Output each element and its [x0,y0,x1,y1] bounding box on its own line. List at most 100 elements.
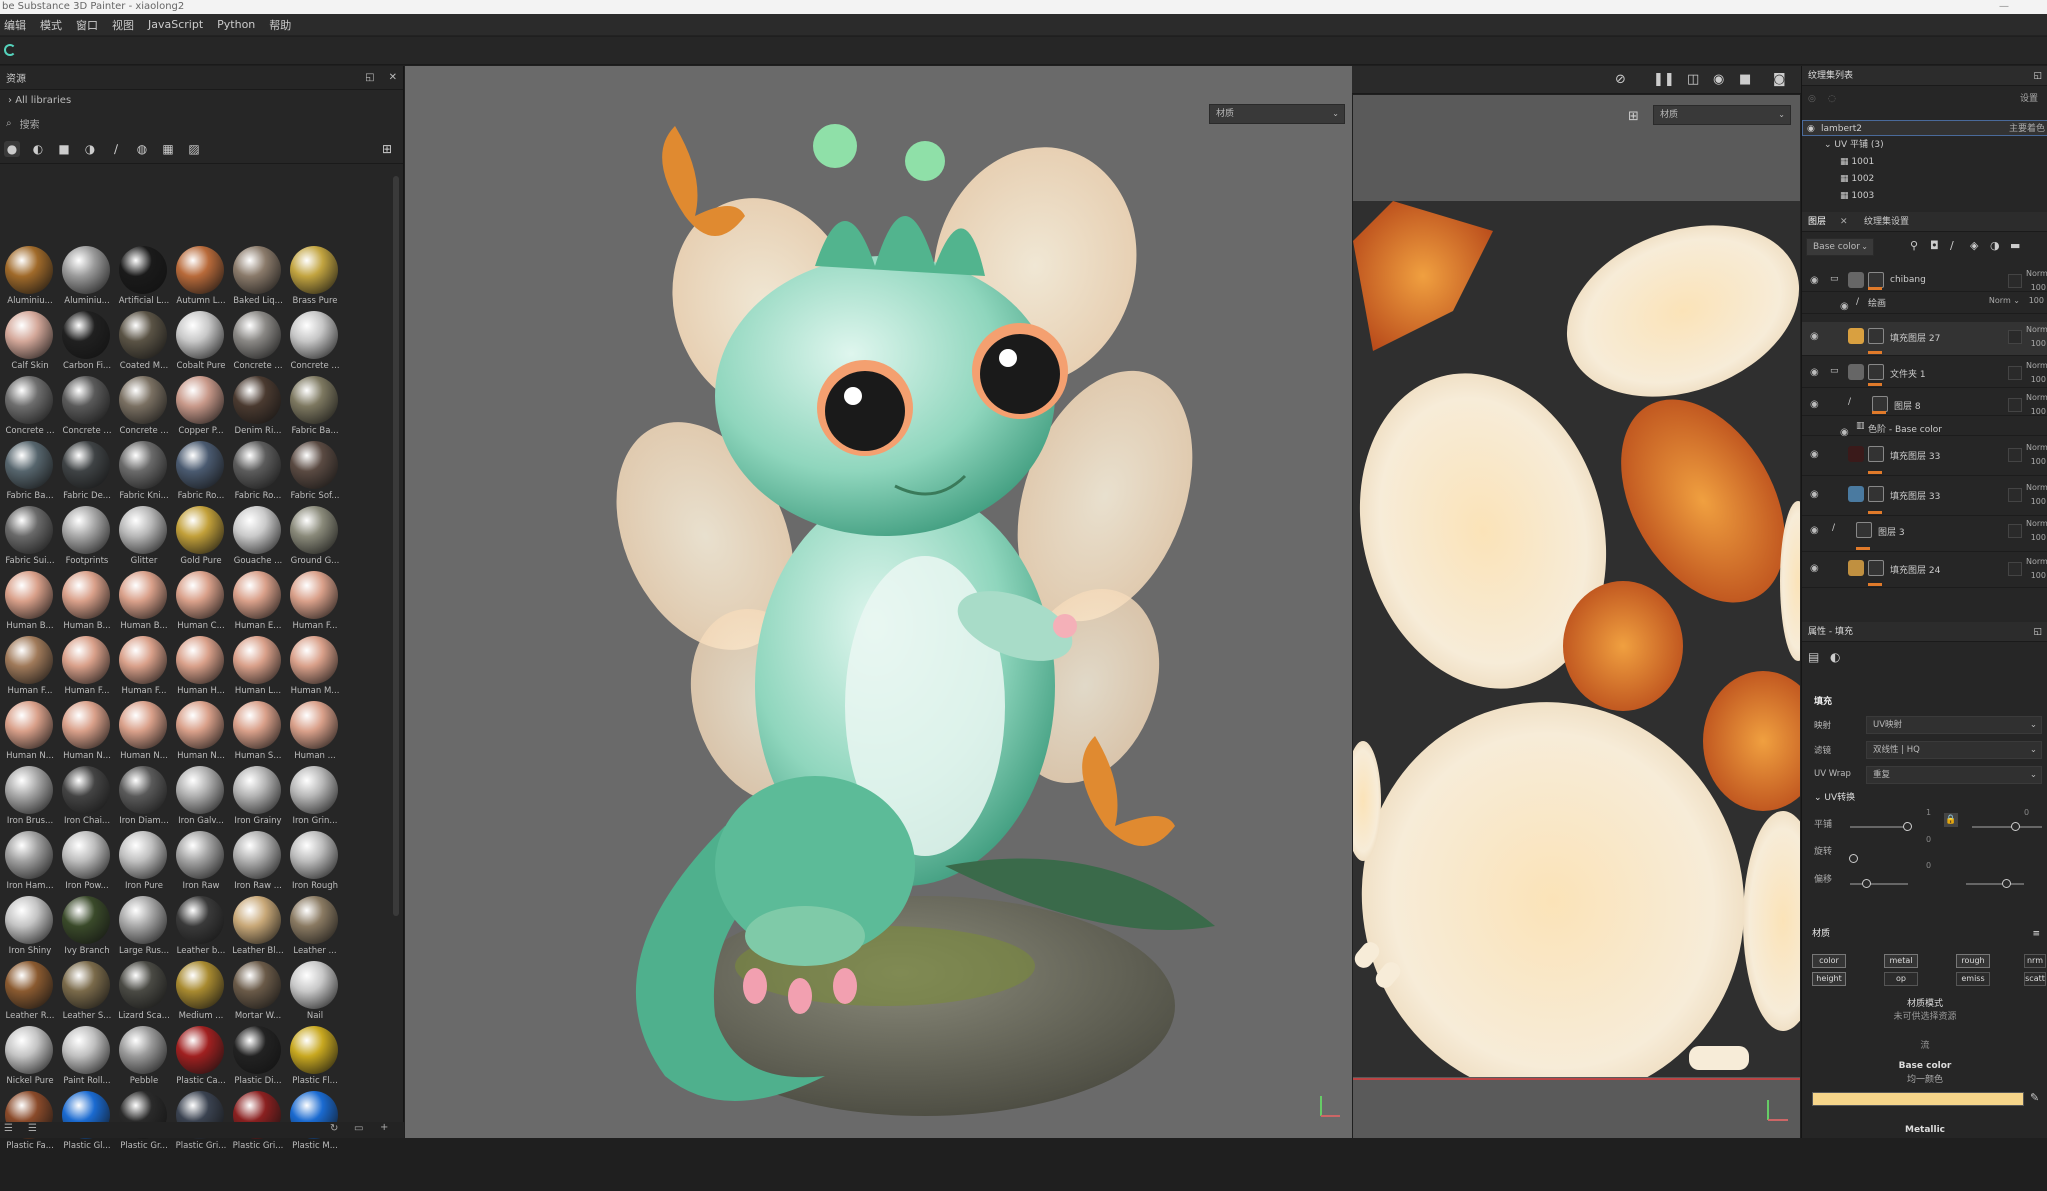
layer-checkbox[interactable] [2008,274,2022,288]
close-icon[interactable]: ✕ [1840,212,1848,232]
material-tile[interactable]: Iron Raw [173,831,229,896]
material-tile[interactable]: Medium ... [173,961,229,1026]
layer-item[interactable]: ◉ 填充图层 33 Norm 100 [1802,440,2047,476]
eye-icon[interactable]: ◉ [1810,563,1819,574]
material-tile[interactable]: Human C... [173,571,229,636]
material-tile[interactable]: Iron Grainy [230,766,286,831]
offset-slider[interactable] [1850,883,1908,885]
material-tile[interactable]: Lizard Sca... [116,961,172,1026]
search-input[interactable]: 搜索 [20,116,40,131]
minimize-icon[interactable]: — [1999,0,2009,14]
material-tile[interactable]: Human N... [173,701,229,766]
layer-checkbox[interactable] [2008,524,2022,538]
screenshot-icon[interactable]: ◙ [1773,72,1786,87]
menu-mode[interactable]: 模式 [40,17,62,33]
material-tile[interactable]: Fabric Ro... [173,441,229,506]
material-tile[interactable]: Human H... [173,636,229,701]
uvwrap-select[interactable]: 重复 ⌄ [1866,766,2042,784]
menu-help[interactable]: 帮助 [269,17,291,33]
material-tile[interactable]: Human L... [230,636,286,701]
material-tile[interactable]: Human B... [116,571,172,636]
material-tile[interactable]: Leather Bl... [230,896,286,961]
material-tile[interactable]: Iron Raw ... [230,831,286,896]
channel-select[interactable]: Base color ⌄ [1806,238,1874,256]
offset-slider-secondary[interactable] [1966,883,2024,885]
material-tile[interactable]: Baked Liq... [230,246,286,311]
channel-button-scatt[interactable]: scatt [2024,972,2046,986]
layer-item[interactable]: ◉ ▥ 色阶 - Base color [1802,418,2047,438]
material-tile[interactable]: Human E... [230,571,286,636]
material-tile[interactable]: Mortar W... [230,961,286,1026]
material-tile[interactable]: Leather R... [2,961,58,1026]
environments-filter-icon[interactable]: ▨ [186,141,202,157]
material-tile[interactable]: Copper P... [173,376,229,441]
eye-icon[interactable]: ◉ [1810,331,1819,342]
material-tile[interactable]: Iron Galv... [173,766,229,831]
menu-javascript[interactable]: JavaScript [148,18,203,31]
textures-filter-icon[interactable]: ▦ [160,141,176,157]
material-tile[interactable]: Iron Chai... [59,766,115,831]
texture-set-item[interactable]: ◉ lambert2 主要着色 [1802,120,2047,136]
material-tile[interactable]: Calf Skin [2,311,58,376]
pause-icon[interactable]: ❚❚ [1653,72,1675,87]
offset-slider-knob[interactable] [1862,879,1871,888]
material-tile[interactable]: Gold Pure [173,506,229,571]
material-tile[interactable]: Human B... [59,571,115,636]
material-tile[interactable]: Fabric Ba... [287,376,343,441]
hide-icon[interactable]: ⊘ [1615,72,1626,87]
material-tile[interactable]: Concrete ... [230,311,286,376]
material-tile[interactable]: Human F... [116,636,172,701]
refresh-icon[interactable]: ↻ [330,1123,338,1134]
material-tile[interactable]: Fabric Ba... [2,441,58,506]
material-tile[interactable]: Concrete ... [2,376,58,441]
layer-checkbox[interactable] [2008,448,2022,462]
material-tile[interactable]: Leather ... [287,896,343,961]
material-tile[interactable]: Concrete ... [287,311,343,376]
material-tile[interactable]: Human F... [287,571,343,636]
assets-scrollbar[interactable] [393,176,399,916]
material-tile[interactable]: Concrete ... [59,376,115,441]
close-icon[interactable]: ✕ [389,72,397,83]
uv-tile-item[interactable]: ▦ 1002 [1802,171,2047,187]
material-tile[interactable]: Human ... [287,701,343,766]
material-tile[interactable]: Human F... [2,636,58,701]
materials-filter-icon[interactable]: ● [4,140,20,157]
eye-icon[interactable]: ◉ [1810,525,1819,536]
texture-set-settings-button[interactable]: 设置 [2020,91,2038,107]
folder-icon[interactable]: ▭ [354,1123,363,1134]
material-tile[interactable]: Pebble [116,1026,172,1091]
scale-slider-secondary-knob[interactable] [2011,822,2020,831]
uv-texture-view[interactable] [1345,201,1823,1100]
menu-edit[interactable]: 编辑 [4,17,26,33]
viewport-2d[interactable]: ⊞ 材质 ⌄ [1345,95,1823,1138]
material-tile[interactable]: Human F... [59,636,115,701]
material-tile[interactable]: Leather S... [59,961,115,1026]
material-tile[interactable]: Iron Shiny [2,896,58,961]
material-tile[interactable]: Gouache ... [230,506,286,571]
material-tile[interactable]: Iron Grin... [287,766,343,831]
material-tile[interactable]: Nickel Pure [2,1026,58,1091]
channel-button-rough[interactable]: rough [1956,954,1990,968]
material-tile[interactable]: Large Rus... [116,896,172,961]
material-tile[interactable]: Footprints [59,506,115,571]
uv-transform-group[interactable]: ⌄ UV转换 [1802,790,2047,806]
layer-checkbox[interactable] [2008,562,2022,576]
channel-button-color[interactable]: color [1812,954,1846,968]
material-tile[interactable]: Denim Ri... [230,376,286,441]
material-tile[interactable]: Human B... [2,571,58,636]
split-view-icon[interactable]: ◫ [1687,72,1699,87]
search-bar[interactable]: ⌕ 搜索 [0,112,403,134]
rotation-slider-knob[interactable] [1849,854,1858,863]
material-tile[interactable]: Artificial L... [116,246,172,311]
viewport-3d[interactable]: 材质 ⌄ [405,66,1352,1138]
layer-item[interactable]: ◉ ∕ 绘画 Norm ⌄ 100 [1802,292,2047,314]
add-fill-layer-icon[interactable]: ◈ [1970,238,1978,254]
layer-checkbox[interactable] [2008,488,2022,502]
layer-blend-mode[interactable]: Norm ⌄ [1989,296,2020,305]
layer-item[interactable]: ◉ 填充图层 24 Norm 100 [1802,554,2047,588]
material-tile[interactable]: Aluminiu... [59,246,115,311]
material-tile[interactable]: Iron Pow... [59,831,115,896]
menu-python[interactable]: Python [217,18,255,31]
menu-view[interactable]: 视图 [112,17,134,33]
sort-icon[interactable]: ☰ [28,1123,37,1134]
